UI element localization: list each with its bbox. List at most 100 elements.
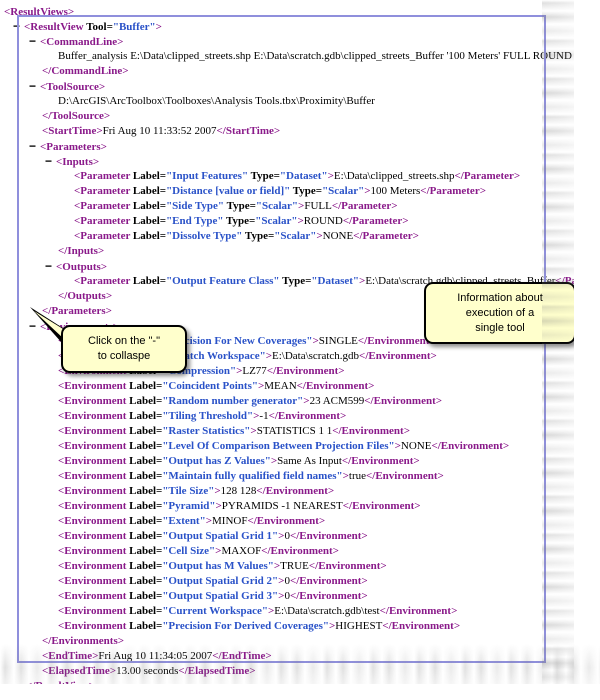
xml-token-attr: Label= [132,185,167,197]
xml-line: − <Parameters> [0,139,600,154]
xml-token-tagcl: </Environment> [382,620,461,632]
xml-line: <Environment Label="Output Spatial Grid … [0,529,600,544]
xml-line: −<ResultViews> [0,4,600,19]
xml-token-attr: Type= [223,215,256,227]
xml-token-tagcl: </Environment> [268,410,347,422]
xml-token-val: "End Type" [166,215,224,227]
xml-token-tag: <Parameters> [40,141,107,153]
xml-token-attr: Label= [129,500,163,512]
xml-token-attr: Label= [129,440,163,452]
xml-token-attr: Label= [132,230,167,242]
xml-token-tag: <Environment [58,620,130,632]
collapse-minus-icon[interactable]: − [29,139,40,154]
callout-info-about-execution: Information about execution of a single … [424,282,576,344]
xml-line: <Environment Label="Raster Statistics">S… [0,424,600,439]
xml-token-tagcl: </Parameters> [42,305,112,317]
xml-token-tag: <Environment [58,440,130,452]
xml-token-tag: <ToolSource> [40,81,106,93]
xml-token-val: "Precision For Derived Coverages" [162,620,330,632]
xml-token-tagcl: </Environment> [296,380,375,392]
xml-token-txt: SINGLE [318,335,358,347]
collapse-minus-icon[interactable]: − [45,259,56,274]
xml-token-attr: Type= [224,200,256,212]
xml-token-val: "Scalar" [274,230,317,242]
xml-token-tag: <Environment [58,545,130,557]
xml-token-val: "Add Field" [113,696,172,700]
xml-token-val: "Distance [value or field]" [166,185,291,197]
xml-line: <Environment Label="Output Spatial Grid … [0,589,600,604]
xml-token-val: "Output has Z Values" [162,455,271,467]
xml-line: −<ResultView Tool="Add Field"> [0,694,600,700]
xml-token-val: "Scalar" [255,215,298,227]
xml-token-tagcl: </Environment> [332,425,410,437]
xml-token-tag: <Parameter [74,185,133,197]
xml-token-tag: <Parameter [74,170,133,182]
collapse-minus-icon[interactable]: − [29,319,40,334]
xml-token-val: "Level Of Comparison Between Projection … [162,440,395,452]
xml-token-attr: Tool= [86,696,113,700]
xml-token-tag: <Environment [58,575,130,587]
xml-token-txt: Fri Aug 10 11:34:05 2007 [98,650,213,662]
xml-line: <Environment Label="Current Workspace">E… [0,604,600,619]
xml-token-txt: STATISTICS 1 1 [256,425,333,437]
xml-line: − <ToolSource> [0,79,600,94]
xml-token-tagcl: </Environment> [359,350,437,362]
xml-token-tag: <ResultViews> [4,6,75,18]
xml-token-val: "Input Features" [166,170,249,182]
xml-token-attr: Label= [129,425,163,437]
collapse-minus-icon[interactable]: − [29,79,40,94]
xml-token-tag: <Parameter [74,200,133,212]
xml-token-txt: 100 Meters [370,185,421,197]
xml-line: </Environments> [0,634,600,649]
xml-line: <Environment Label="Tile Size">128 128</… [0,484,600,499]
xml-token-txt: NONE [400,440,432,452]
xml-token-tag: <Environment [58,590,130,602]
xml-token-tagcl: </Environment> [342,500,421,512]
xml-token-val: "Dissolve Type" [166,230,243,242]
xml-line: <Environment Label="Level Of Comparison … [0,439,600,454]
xml-token-tagcl: </Environment> [289,530,368,542]
xml-token-val: "Output Spatial Grid 3" [162,590,279,602]
collapse-minus-icon[interactable]: − [29,34,40,49]
xml-token-val: "Output Spatial Grid 2" [162,575,279,587]
collapse-minus-icon[interactable]: − [13,19,24,34]
xml-token-tagcl: </Environment> [308,560,387,572]
xml-token-val: "Buffer" [112,21,156,33]
xml-token-attr: Label= [132,275,167,287]
xml-token-attr: Label= [129,455,163,467]
xml-token-tagcl: </ResultView> [26,680,95,692]
xml-token-val: "Pyramid" [162,500,216,512]
xml-line: </ResultView> [0,679,600,694]
xml-token-tag: <Environment [58,530,130,542]
xml-token-tagcl: </ElapsedTime> [178,665,256,677]
xml-line: <Environment Label="Cell Size">MAXOF</En… [0,544,600,559]
xml-token-attr: Label= [129,575,163,587]
xml-line: <StartTime>Fri Aug 10 11:33:52 2007</Sta… [0,124,600,139]
xml-token-val: "Output Spatial Grid 1" [162,530,279,542]
xml-token-val: "Side Type" [166,200,225,212]
xml-token-tag: <ResultView [24,21,87,33]
xml-line: <Environment Label="Extent">MINOF</Envir… [0,514,600,529]
collapse-minus-icon[interactable]: − [45,154,56,169]
xml-token-tagcl: </Environments> [42,635,125,647]
xml-line: <Parameter Label="Side Type" Type="Scala… [0,199,600,214]
xml-token-tag: <CommandLine> [40,36,124,48]
callout-click-minus-to-collapse: Click on the "-" to collaspe [61,325,187,373]
xml-token-tagcl: </StartTime> [216,125,281,137]
xml-line: <Environment Label="Tiling Threshold">-1… [0,409,600,424]
xml-token-txt: E:\Data\clipped_streets.shp [333,170,455,182]
xml-result-view-screenshot: −<ResultViews>−<ResultView Tool="Buffer"… [0,0,600,700]
xml-token-tagcl: </Environment> [261,545,339,557]
xml-line: <Environment Label="Maintain fully quali… [0,469,600,484]
xml-token-tagcl: </ToolSource> [42,110,111,122]
xml-token-val: "Random number generator" [162,395,304,407]
xml-line: <Environment Label="Output Spatial Grid … [0,574,600,589]
xml-line: <Environment Label="Output has M Values"… [0,559,600,574]
collapse-minus-icon[interactable]: − [13,694,24,700]
xml-line: <Parameter Label="Input Features" Type="… [0,169,600,184]
xml-line: <Environment Label="Pyramid">PYRAMIDS -1… [0,499,600,514]
xml-line: <Parameter Label="Dissolve Type" Type="S… [0,229,600,244]
xml-line: − <CommandLine> [0,34,600,49]
xml-token-tagcl: </Parameter> [420,185,486,197]
xml-token-val: "Dataset" [311,275,360,287]
